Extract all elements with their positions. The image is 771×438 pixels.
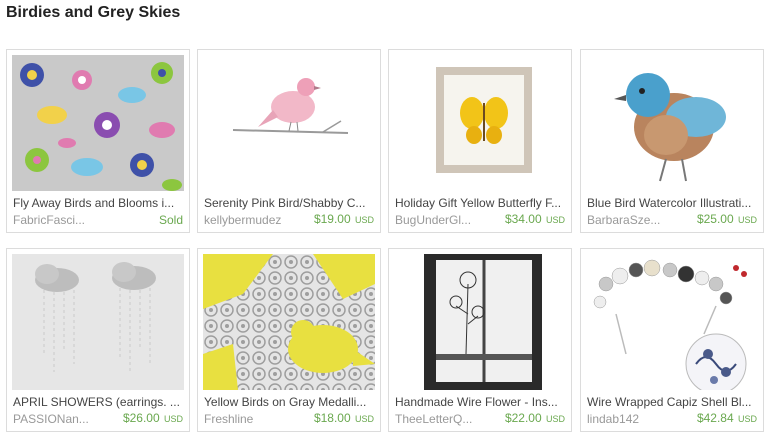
price-amount: $19.00 bbox=[313, 212, 351, 226]
shop-name[interactable]: BugUnderGl... bbox=[395, 213, 485, 227]
price: $22.00 USD bbox=[505, 411, 565, 425]
shop-name[interactable]: lindab142 bbox=[587, 412, 677, 426]
price-amount: $34.00 bbox=[504, 212, 542, 226]
butterfly-frame-image[interactable] bbox=[394, 55, 566, 191]
price-amount: $25.00 bbox=[696, 212, 734, 226]
price: $18.00 USD bbox=[314, 411, 374, 425]
shop-name[interactable]: TheeLetterQ... bbox=[395, 412, 485, 426]
yellow-birds-pattern-image[interactable] bbox=[203, 254, 375, 390]
price: $25.00 USD bbox=[697, 212, 757, 226]
product-card[interactable]: Fly Away Birds and Blooms i... FabricFas… bbox=[6, 49, 190, 233]
product-title[interactable]: Fly Away Birds and Blooms i... bbox=[13, 196, 185, 210]
product-card[interactable]: APRIL SHOWERS (earrings. ... PASSIONan..… bbox=[6, 248, 190, 432]
product-card[interactable]: Blue Bird Watercolor Illustrati... Barba… bbox=[580, 49, 764, 233]
product-title[interactable]: Handmade Wire Flower - Ins... bbox=[395, 395, 567, 409]
cloud-earrings-image[interactable] bbox=[12, 254, 184, 390]
product-title[interactable]: Holiday Gift Yellow Butterfly F... bbox=[395, 196, 567, 210]
currency-code: USD bbox=[545, 414, 565, 424]
product-title[interactable]: Serenity Pink Bird/Shabby C... bbox=[204, 196, 376, 210]
price-amount: $26.00 bbox=[122, 411, 160, 425]
shop-name[interactable]: BarbaraSze... bbox=[587, 213, 677, 227]
currency-code: USD bbox=[545, 215, 565, 225]
currency-code: USD bbox=[163, 414, 183, 424]
price-amount: $18.00 bbox=[313, 411, 351, 425]
blue-bird-image[interactable] bbox=[586, 55, 758, 191]
shop-name[interactable]: PASSIONan... bbox=[13, 412, 103, 426]
price-amount: $42.84 bbox=[696, 411, 734, 425]
shop-name[interactable]: FabricFasci... bbox=[13, 213, 103, 227]
pink-bird-image[interactable] bbox=[203, 55, 375, 191]
product-title[interactable]: APRIL SHOWERS (earrings. ... bbox=[13, 395, 185, 409]
shop-name[interactable]: Freshline bbox=[204, 412, 294, 426]
currency-code: USD bbox=[737, 414, 757, 424]
currency-code: USD bbox=[737, 215, 757, 225]
shell-necklace-image[interactable] bbox=[586, 254, 758, 390]
product-title[interactable]: Yellow Birds on Gray Medalli... bbox=[204, 395, 376, 409]
product-card[interactable]: Wire Wrapped Capiz Shell Bl... lindab142… bbox=[580, 248, 764, 432]
product-card[interactable]: Handmade Wire Flower - Ins... TheeLetter… bbox=[388, 248, 572, 432]
shop-name[interactable]: kellybermudez bbox=[204, 213, 294, 227]
price-amount: $22.00 bbox=[504, 411, 542, 425]
price: $19.00 USD bbox=[314, 212, 374, 226]
price: $26.00 USD bbox=[123, 411, 183, 425]
currency-code: USD bbox=[354, 414, 374, 424]
currency-code: USD bbox=[354, 215, 374, 225]
product-card[interactable]: Yellow Birds on Gray Medalli... Freshlin… bbox=[197, 248, 381, 432]
price: $42.84 USD bbox=[697, 411, 757, 425]
sold-label: Sold bbox=[158, 213, 183, 227]
price: $34.00 USD bbox=[505, 212, 565, 226]
product-title[interactable]: Blue Bird Watercolor Illustrati... bbox=[587, 196, 759, 210]
product-card[interactable]: Serenity Pink Bird/Shabby C... kellyberm… bbox=[197, 49, 381, 233]
page-title: Birdies and Grey Skies bbox=[6, 4, 181, 21]
birds-blooms-fabric-image[interactable] bbox=[12, 55, 184, 191]
wire-flower-image[interactable] bbox=[394, 254, 566, 390]
product-card[interactable]: Holiday Gift Yellow Butterfly F... BugUn… bbox=[388, 49, 572, 233]
product-title[interactable]: Wire Wrapped Capiz Shell Bl... bbox=[587, 395, 759, 409]
